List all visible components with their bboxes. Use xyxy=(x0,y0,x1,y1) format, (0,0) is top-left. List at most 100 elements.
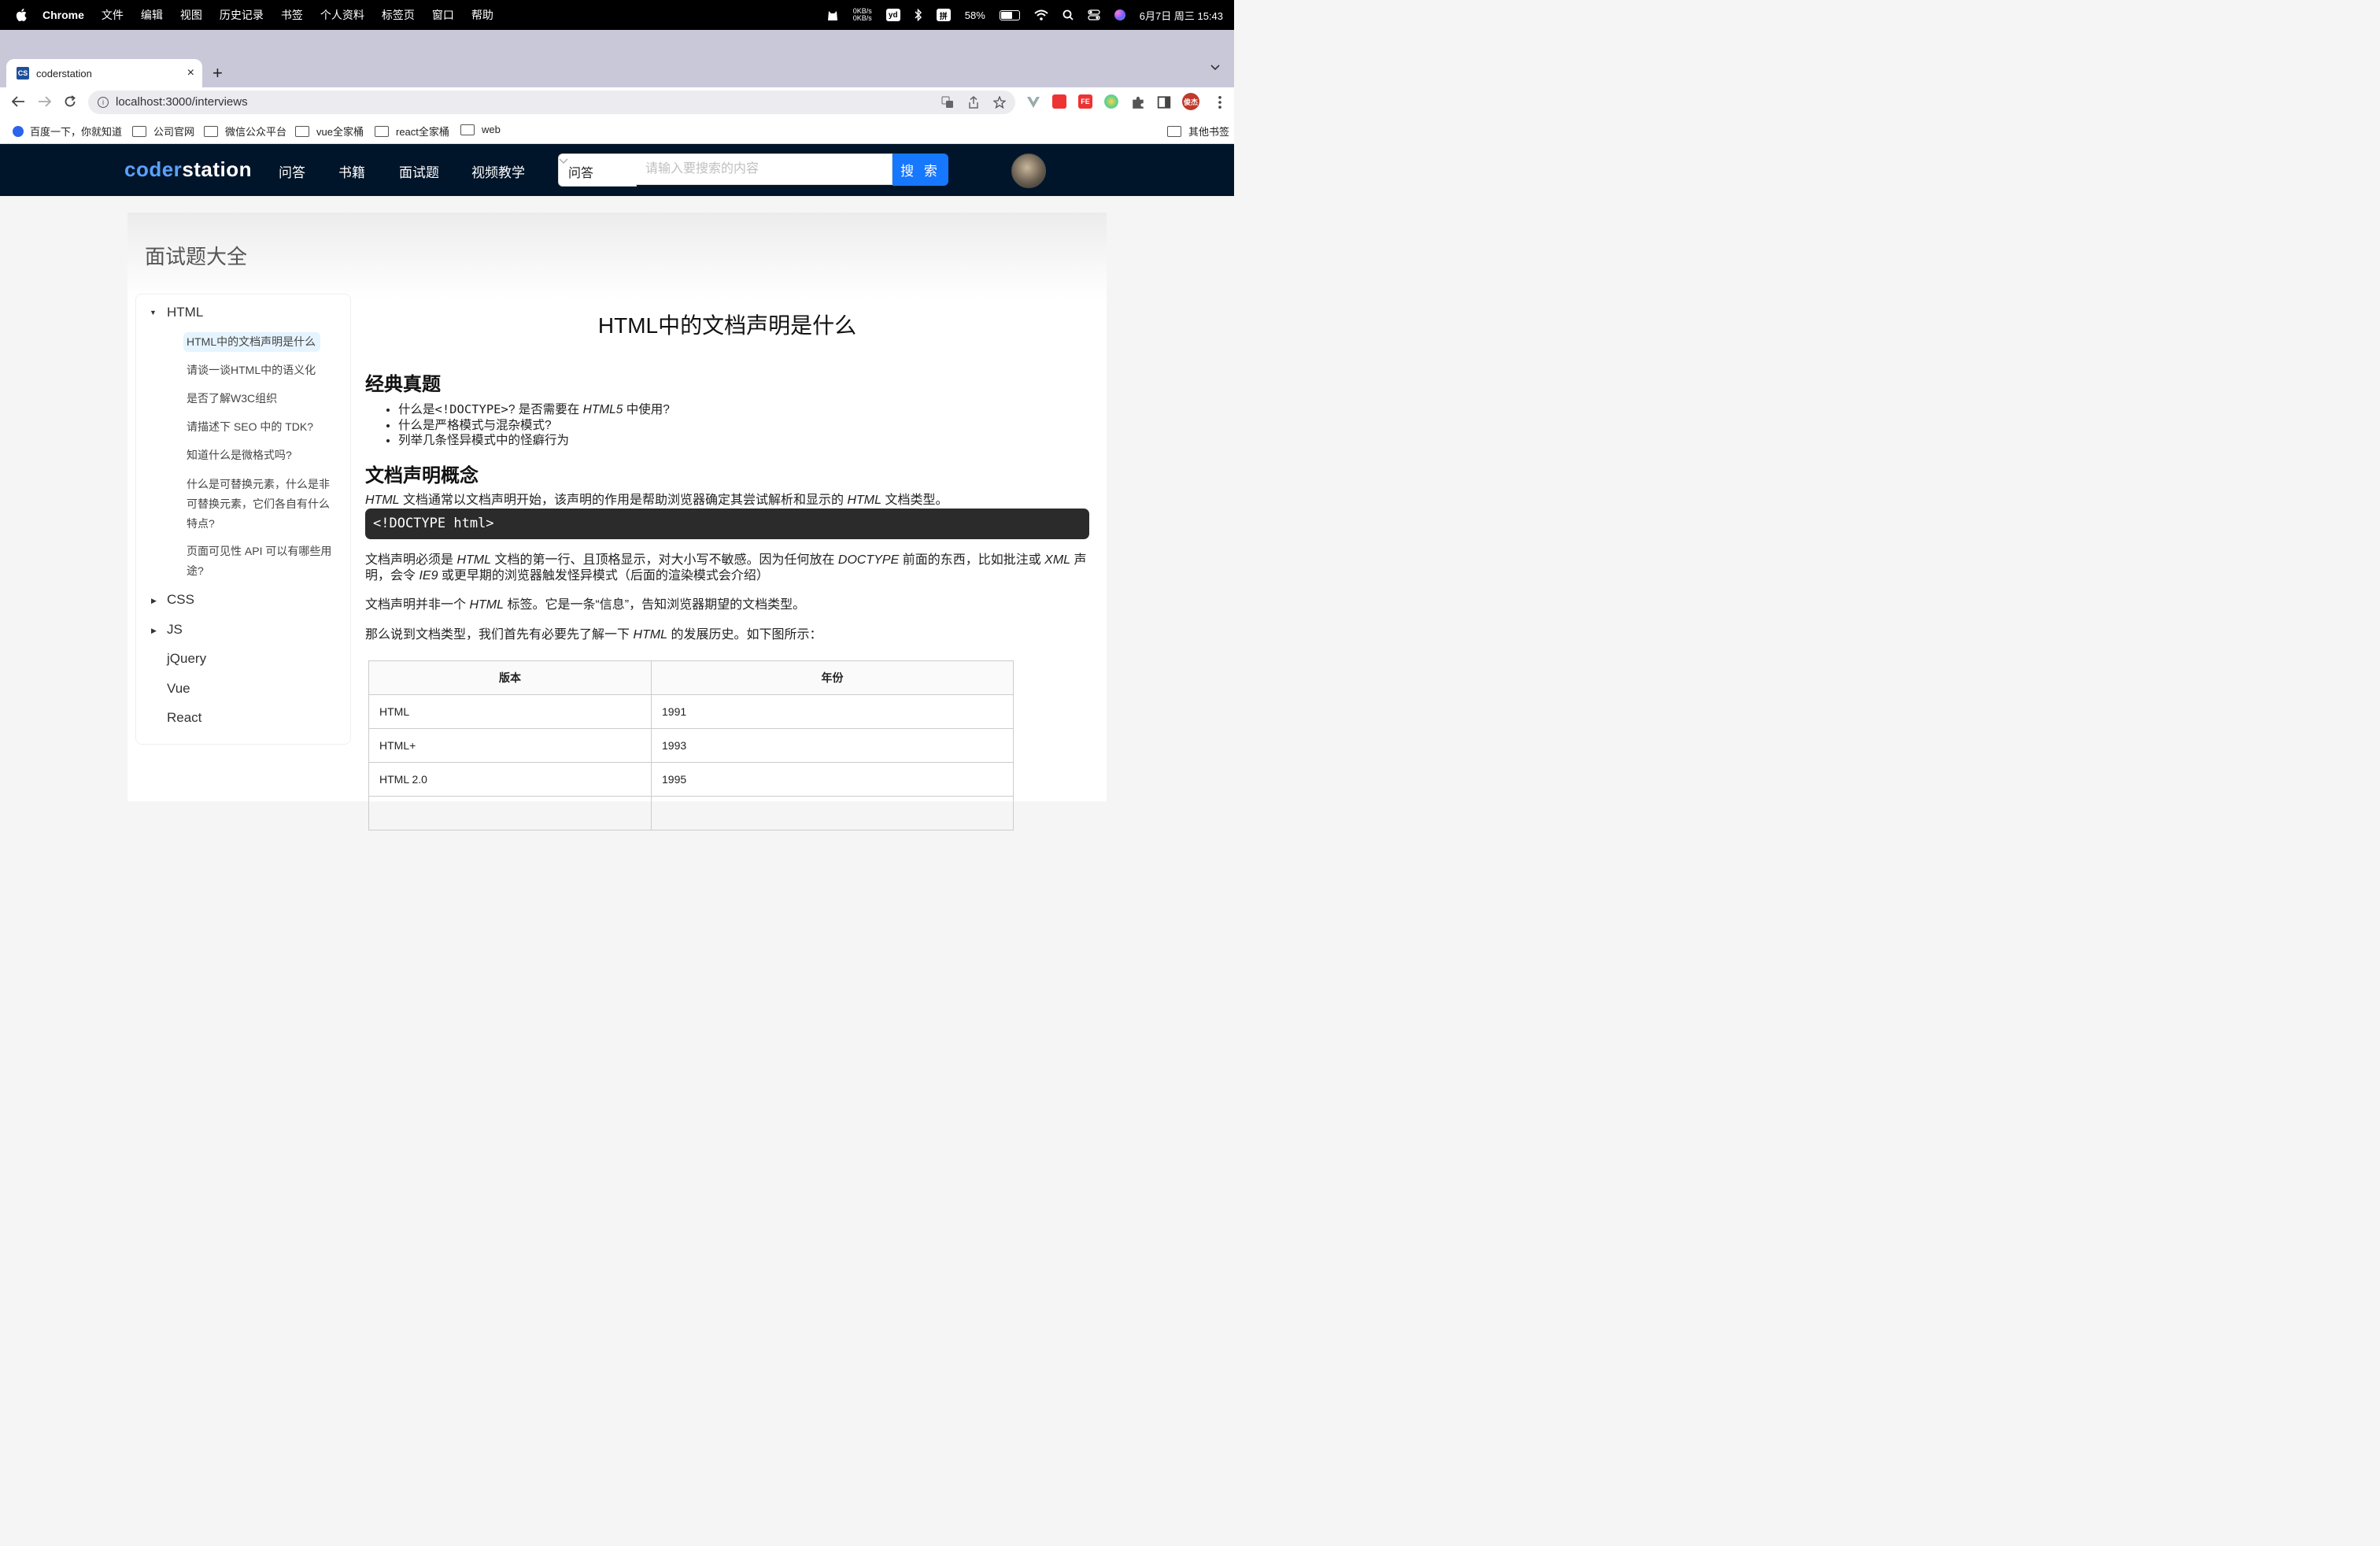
nav-books[interactable]: 书籍 xyxy=(338,161,365,181)
address-url[interactable]: localhost:3000/interviews xyxy=(116,95,248,109)
tree-node-html[interactable]: HTML xyxy=(167,305,203,320)
site-info-icon[interactable]: i xyxy=(98,97,109,108)
control-center-icon[interactable] xyxy=(1088,9,1100,20)
battery-icon[interactable] xyxy=(999,9,1020,20)
search-category-select[interactable]: 问答 xyxy=(558,153,637,187)
input-method-icon[interactable]: 拼 xyxy=(936,9,951,21)
inline-code: <!DOCTYPE> xyxy=(434,402,508,416)
caret-right-icon[interactable]: ▶ xyxy=(151,597,157,605)
nav-qa[interactable]: 问答 xyxy=(279,161,305,181)
table-row: HTML 1991 xyxy=(368,694,1014,729)
tree-node-vue[interactable]: Vue xyxy=(167,681,190,697)
tab-close-icon[interactable]: × xyxy=(187,66,194,80)
bookmark-folder-other[interactable]: 其他书签 xyxy=(1167,124,1229,139)
nav-interviews[interactable]: 面试题 xyxy=(399,161,439,181)
translate-icon[interactable] xyxy=(941,96,954,109)
paragraph: 那么说到文档类型，我们首先有必要先了解一下 HTML 的发展历史。如下图所示： xyxy=(365,627,1089,643)
share-icon[interactable] xyxy=(968,96,979,109)
clock[interactable]: 6月7日 周三 15:43 xyxy=(1140,8,1223,23)
menu-tabs[interactable]: 标签页 xyxy=(382,7,415,23)
bookmark-label: 其他书签 xyxy=(1188,126,1230,138)
extensions-puzzle-icon[interactable] xyxy=(1131,95,1145,109)
new-tab-button[interactable]: + xyxy=(213,63,223,83)
menu-bookmarks[interactable]: 书签 xyxy=(281,7,303,23)
menu-window[interactable]: 窗口 xyxy=(432,7,454,23)
tree-node-jquery[interactable]: jQuery xyxy=(167,651,206,667)
tree-leaf-w3c[interactable]: 是否了解W3C组织 xyxy=(187,389,336,409)
tree-leaf-doctype[interactable]: HTML中的文档声明是什么 xyxy=(183,332,321,352)
heading-classic-questions: 经典真题 xyxy=(365,374,441,395)
siri-icon[interactable] xyxy=(1114,9,1125,20)
cat-icon[interactable] xyxy=(826,9,839,21)
paragraph: 文档声明必须是 HTML 文档的第一行、且顶格显示，对大小写不敏感。因为任何放在… xyxy=(365,553,1089,583)
bookmark-folder-web[interactable]: web xyxy=(460,124,501,135)
vue-devtools-icon[interactable] xyxy=(1026,95,1040,109)
side-panel-icon[interactable] xyxy=(1157,95,1171,109)
baidu-paw-icon xyxy=(13,125,24,137)
wifi-icon[interactable] xyxy=(1034,9,1048,20)
question-list: 什么是<!DOCTYPE>? 是否需要在 HTML5 中使用? 什么是严格模式与… xyxy=(382,402,670,449)
text: 那么说到文档类型，我们首先有必要先了解一下 xyxy=(365,628,634,642)
spotlight-search-icon[interactable] xyxy=(1062,9,1074,20)
folder-icon xyxy=(295,125,309,137)
tab-search-chevron-down-icon[interactable] xyxy=(1210,65,1220,71)
search-button[interactable]: 搜 索 xyxy=(893,153,948,186)
bookmark-folder-react[interactable]: react全家桶 xyxy=(375,124,449,139)
menu-help[interactable]: 帮助 xyxy=(471,7,493,23)
menu-edit[interactable]: 编辑 xyxy=(141,7,163,23)
emphasis: HTML5 xyxy=(582,403,623,416)
site-logo[interactable]: coderstation xyxy=(124,157,252,182)
menu-history[interactable]: 历史记录 xyxy=(220,7,264,23)
tree-leaf-replaced-elements[interactable]: 什么是可替换元素，什么是非可替换元素，它们各自有什么特点? xyxy=(187,475,336,534)
tab-coderstation[interactable]: CS coderstation × xyxy=(6,59,202,87)
text: 中使用? xyxy=(623,403,670,416)
chrome-menu-kebab-icon[interactable] xyxy=(1213,95,1227,109)
address-bar[interactable]: i localhost:3000/interviews xyxy=(88,91,1015,114)
emphasis: XML xyxy=(1044,553,1071,567)
tree-node-js[interactable]: JS xyxy=(167,622,183,638)
tree-leaf-semantics[interactable]: 请谈一谈HTML中的语义化 xyxy=(187,361,336,380)
reload-icon[interactable] xyxy=(64,95,76,108)
emphasis: HTML xyxy=(633,628,668,642)
list-item: 什么是严格模式与混杂模式? xyxy=(398,418,670,434)
folder-icon xyxy=(132,125,146,137)
menu-profiles[interactable]: 个人资料 xyxy=(320,7,364,23)
search-input[interactable] xyxy=(636,153,893,185)
menu-view[interactable]: 视图 xyxy=(180,7,202,23)
table-row: HTML 2.0 1995 xyxy=(368,762,1014,797)
menu-file[interactable]: 文件 xyxy=(102,7,124,23)
caret-down-icon[interactable]: ▼ xyxy=(150,309,157,316)
tree-node-css[interactable]: CSS xyxy=(167,592,194,608)
caret-right-icon[interactable]: ▶ xyxy=(151,627,157,635)
back-arrow-icon[interactable] xyxy=(11,95,25,108)
table-cell: HTML 2.0 xyxy=(368,762,652,797)
youdao-icon[interactable]: yd xyxy=(885,9,900,21)
forward-arrow-icon[interactable] xyxy=(38,95,52,108)
apple-logo-icon[interactable] xyxy=(16,8,28,22)
coderstation-favicon-icon: CS xyxy=(17,67,29,80)
bluetooth-icon[interactable] xyxy=(915,9,922,21)
net-speed[interactable]: 0KB/s 0KB/s xyxy=(853,8,872,22)
fe-extension-icon[interactable]: FE xyxy=(1078,94,1092,109)
tree-leaf-page-visibility-api[interactable]: 页面可见性 API 可以有哪些用途? xyxy=(187,542,336,581)
interviews-page: 面试题大全 ▼ HTML HTML中的文档声明是什么 请谈一谈HTML中的语义化… xyxy=(128,213,1107,830)
bookmark-folder-company[interactable]: 公司官网 xyxy=(132,124,194,139)
profile-avatar[interactable]: 俊杰 xyxy=(1182,93,1199,110)
logo-part-coder: coder xyxy=(124,157,183,181)
bookmark-baidu[interactable]: 百度一下，你就知道 xyxy=(13,124,122,139)
bookmark-folder-vue[interactable]: vue全家桶 xyxy=(295,124,364,139)
bookmark-label: 微信公众平台 xyxy=(225,126,287,138)
extension-colorful-icon[interactable] xyxy=(1104,94,1118,109)
tree-leaf-microformats[interactable]: 知道什么是微格式吗? xyxy=(187,446,336,465)
bookmark-folder-wechat[interactable]: 微信公众平台 xyxy=(204,124,286,139)
browser-toolbar: i localhost:3000/interviews FE 俊杰 xyxy=(0,87,1234,117)
user-avatar[interactable] xyxy=(1011,153,1046,188)
menu-app-name[interactable]: Chrome xyxy=(42,9,84,21)
tree-leaf-seo-tdk[interactable]: 请描述下 SEO 中的 TDK? xyxy=(187,417,336,437)
bookmark-star-icon[interactable] xyxy=(993,96,1006,109)
table-cell: 1995 xyxy=(651,762,1014,797)
nav-video-tutorials[interactable]: 视频教学 xyxy=(471,161,525,181)
extension-red-icon[interactable] xyxy=(1052,94,1066,109)
tree-node-react[interactable]: React xyxy=(167,710,201,726)
table-cell: HTML+ xyxy=(368,728,652,763)
